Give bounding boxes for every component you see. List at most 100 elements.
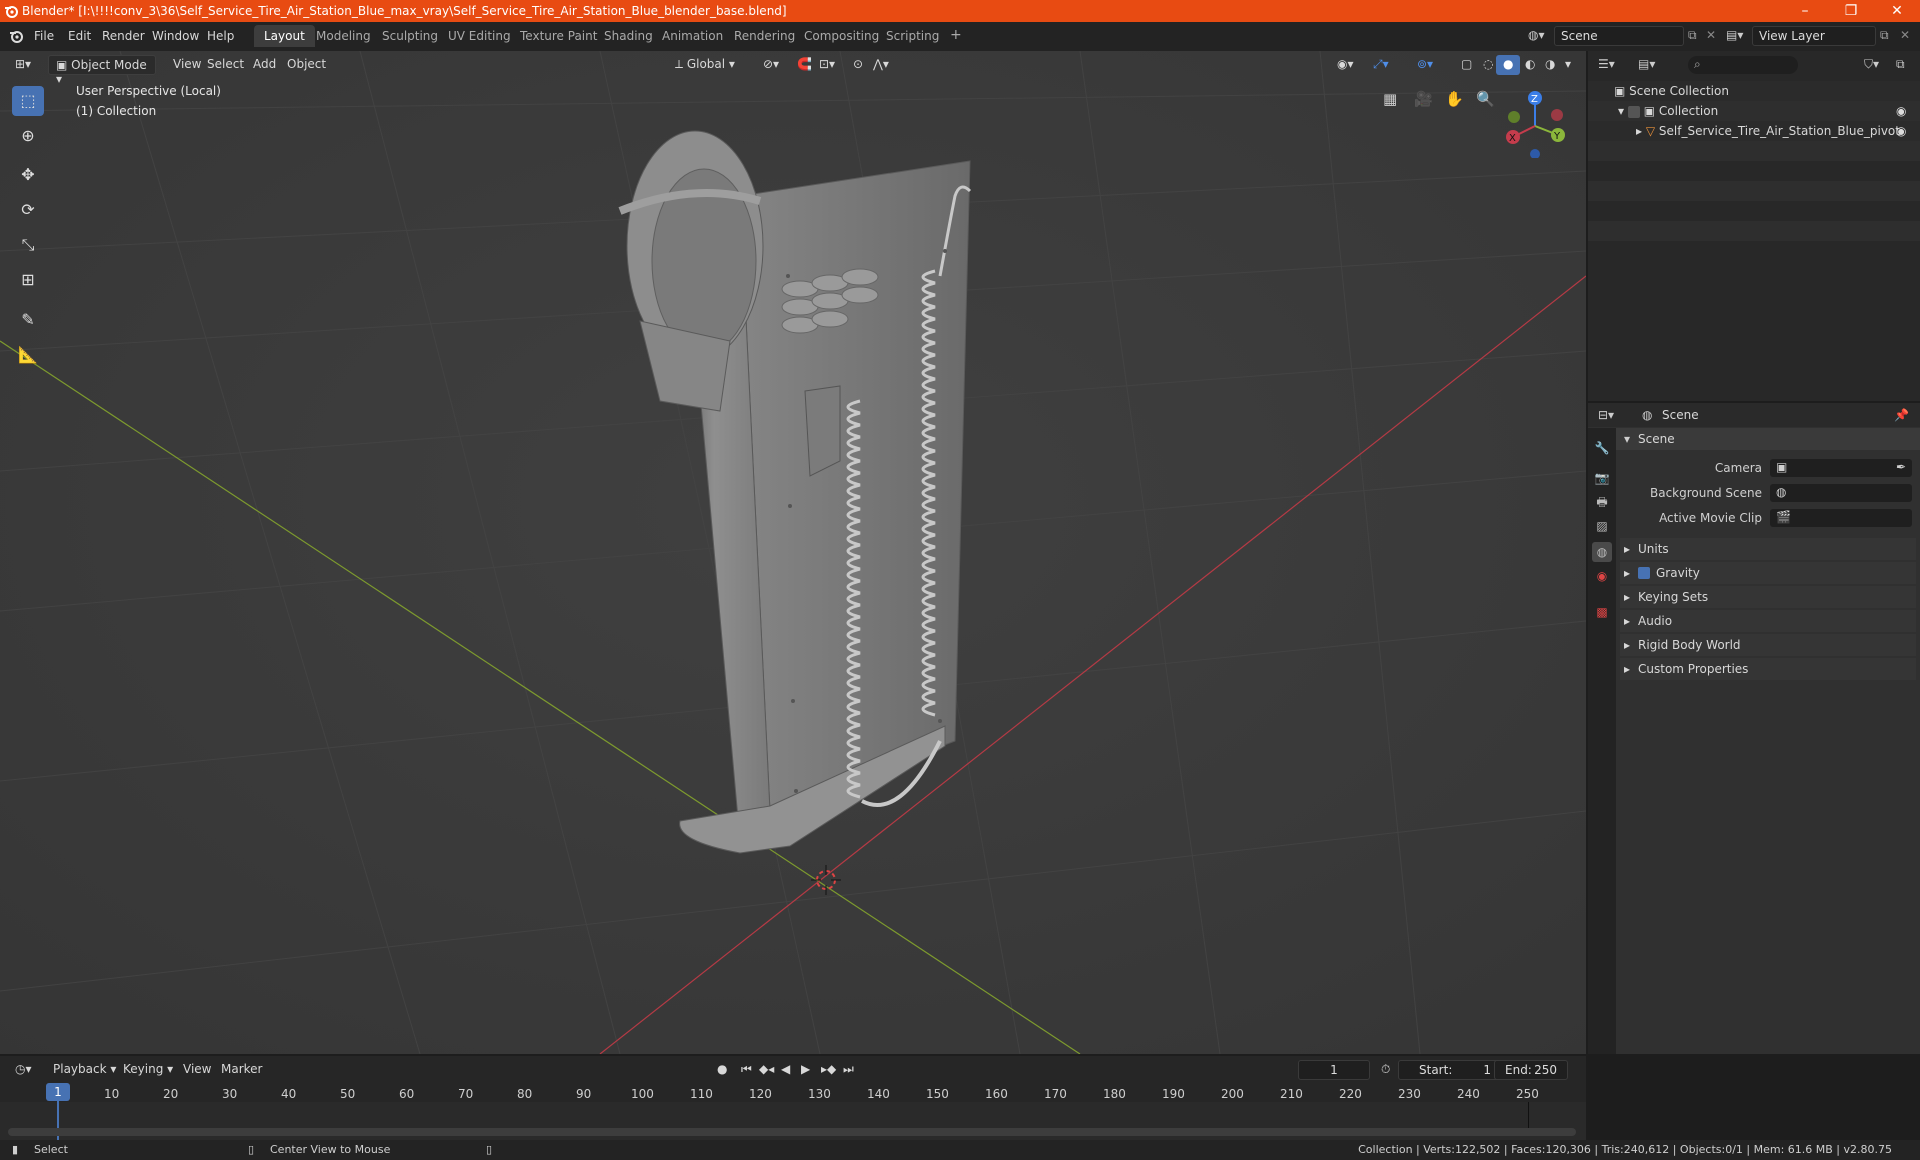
select-box-tool[interactable]: ⬚ [12, 86, 44, 116]
marker-menu[interactable]: Marker [214, 1060, 269, 1080]
keying-menu[interactable]: Keying ▾ [116, 1060, 180, 1080]
tab-animation[interactable]: Animation [652, 25, 733, 47]
minimize-icon[interactable]: – [1782, 0, 1828, 22]
scene-tab-icon[interactable]: ◍ [1592, 542, 1612, 562]
start-frame-field[interactable]: Start: 1 [1398, 1060, 1502, 1080]
tab-modeling[interactable]: Modeling [306, 25, 381, 47]
navigation-gizmo[interactable]: Z Y X [1500, 88, 1570, 158]
close-icon[interactable]: ✕ [1874, 0, 1920, 22]
menu-window[interactable]: Window [152, 29, 199, 43]
shading-options-icon[interactable]: ▾ [1558, 55, 1578, 75]
collection-row[interactable]: ▾ ▣ Collection [1618, 104, 1718, 118]
new-collection-icon[interactable]: ⧉ [1896, 57, 1905, 72]
grid-view-icon[interactable]: ▦ [1383, 90, 1397, 108]
playback-menu[interactable]: Playback ▾ [46, 1060, 123, 1080]
rotate-tool[interactable]: ⟳ [12, 195, 44, 225]
solid-shading-icon[interactable]: ● [1496, 55, 1521, 75]
gravity-checkbox[interactable] [1638, 567, 1650, 579]
new-scene-icon[interactable]: ⧉ [1688, 28, 1697, 43]
scene-field[interactable]: Scene [1554, 26, 1684, 46]
jump-end-icon[interactable]: ⏭ [836, 1060, 861, 1080]
properties-editor-type-icon[interactable]: ⊟▾ [1598, 408, 1614, 422]
record-icon[interactable]: ● [710, 1060, 734, 1080]
tool-tab-icon[interactable]: 🔧 [1592, 438, 1612, 458]
view-layer-tab-icon[interactable]: ▨ [1592, 516, 1612, 536]
object-visibility-eye-icon[interactable]: ◉ [1896, 124, 1906, 138]
pin-icon[interactable]: 📌 [1894, 408, 1909, 422]
render-tab-icon[interactable]: 📷 [1592, 468, 1612, 488]
active-movie-clip-field[interactable]: 🎬 [1770, 509, 1912, 527]
texture-tab-icon[interactable]: ▩ [1592, 602, 1612, 622]
camera-view-icon[interactable]: 🎥 [1414, 90, 1433, 108]
custom-properties-panel[interactable]: ▸ Custom Properties [1620, 658, 1916, 680]
add-workspace-button[interactable]: + [940, 25, 972, 47]
scene-collection-row[interactable]: ▣ Scene Collection [1614, 84, 1729, 98]
menu-help[interactable]: Help [207, 29, 234, 43]
tab-texture-paint[interactable]: Texture Paint [510, 25, 607, 47]
gizmo-toggle-icon[interactable]: ⤢▾ [1366, 55, 1396, 75]
3d-cursor-icon[interactable] [811, 865, 841, 895]
cursor-tool[interactable]: ⊕ [12, 121, 44, 151]
rigid-body-world-panel[interactable]: ▸ Rigid Body World [1620, 634, 1916, 656]
blender-menu-icon[interactable] [8, 28, 24, 44]
outliner-editor-type-icon[interactable]: ☰▾ [1598, 57, 1615, 71]
tab-compositing[interactable]: Compositing [794, 25, 889, 47]
visibility-icon[interactable]: ◉▾ [1330, 55, 1361, 75]
background-scene-field[interactable]: ◍ [1770, 484, 1912, 502]
collection-visibility-eye-icon[interactable]: ◉ [1896, 104, 1906, 118]
zoom-icon[interactable]: 🔍 [1476, 90, 1495, 108]
mode-dropdown[interactable]: ▣ Object Mode ▾ [48, 55, 156, 86]
move-tool[interactable]: ✥ [12, 160, 44, 190]
menu-add[interactable]: Add [246, 55, 283, 75]
scale-tool[interactable]: ⤡ [12, 230, 44, 260]
delete-view-layer-icon[interactable]: ✕ [1900, 28, 1910, 42]
view-layer-browse-icon[interactable]: ▤▾ [1726, 28, 1743, 42]
stopwatch-icon[interactable]: ⏱ [1374, 1060, 1397, 1080]
tab-scripting[interactable]: Scripting [876, 25, 949, 47]
scene-panel-header[interactable]: ▾ Scene [1616, 428, 1920, 450]
camera-field[interactable]: ▣ ✒ [1770, 459, 1912, 477]
menu-edit[interactable]: Edit [68, 29, 91, 43]
world-tab-icon[interactable]: ◉ [1592, 566, 1612, 586]
view-layer-field[interactable]: View Layer [1752, 26, 1876, 46]
menu-render[interactable]: Render [102, 29, 145, 43]
timeline-editor-type-icon[interactable]: ◷▾ [8, 1060, 39, 1080]
keying-sets-panel[interactable]: ▸ Keying Sets [1620, 586, 1916, 608]
outliner-search-input[interactable]: ⌕ [1688, 56, 1798, 74]
restore-icon[interactable]: ❐ [1828, 0, 1874, 22]
collection-checkbox[interactable] [1627, 105, 1640, 118]
tab-sculpting[interactable]: Sculpting [372, 25, 448, 47]
annotate-tool[interactable]: ✎ [12, 305, 44, 335]
snap-target-icon[interactable]: ⊡▾ [812, 55, 842, 75]
new-view-layer-icon[interactable]: ⧉ [1880, 28, 1889, 43]
object-row[interactable]: ▸ ▽ Self_Service_Tire_Air_Station_Blue_p… [1636, 124, 1900, 138]
filter-icon[interactable]: ⛉▾ [1864, 57, 1879, 72]
editor-type-icon[interactable]: ⊞▾ [8, 55, 38, 75]
3d-viewport[interactable] [0, 51, 1586, 1054]
output-tab-icon[interactable]: 🖶 [1592, 492, 1612, 512]
timeline-scrollbar[interactable] [8, 1128, 1576, 1136]
end-frame-field[interactable]: End: 250 [1494, 1060, 1568, 1080]
menu-select[interactable]: Select [200, 55, 251, 75]
units-panel[interactable]: ▸ Units [1620, 538, 1916, 560]
menu-file[interactable]: File [34, 29, 54, 43]
gravity-panel[interactable]: ▸ Gravity [1620, 562, 1916, 584]
measure-tool[interactable]: 📐 [12, 340, 44, 370]
transform-orientation-dropdown[interactable]: ⟂ Global ▾ [668, 55, 748, 75]
current-frame-field[interactable]: 1 [1298, 1060, 1370, 1080]
transform-tool[interactable]: ⊞ [12, 265, 44, 295]
display-mode-icon[interactable]: ▤▾ [1638, 57, 1655, 71]
scene-browse-icon[interactable]: ◍▾ [1528, 28, 1545, 42]
menu-object[interactable]: Object [280, 55, 333, 75]
delete-scene-icon[interactable]: ✕ [1706, 28, 1716, 42]
current-frame-marker[interactable]: 1 [46, 1083, 70, 1101]
eyedropper-icon[interactable]: ✒ [1896, 460, 1906, 474]
tire-air-station-model[interactable] [600, 101, 1000, 861]
overlay-toggle-icon[interactable]: ⊚▾ [1410, 55, 1440, 75]
audio-panel[interactable]: ▸ Audio [1620, 610, 1916, 632]
pivot-point-icon[interactable]: ⊘▾ [756, 55, 786, 75]
pan-hand-icon[interactable]: ✋ [1445, 90, 1464, 108]
tab-uv-editing[interactable]: UV Editing [438, 25, 521, 47]
falloff-icon[interactable]: ⋀▾ [866, 55, 896, 75]
timeline-view-menu[interactable]: View [176, 1060, 218, 1080]
